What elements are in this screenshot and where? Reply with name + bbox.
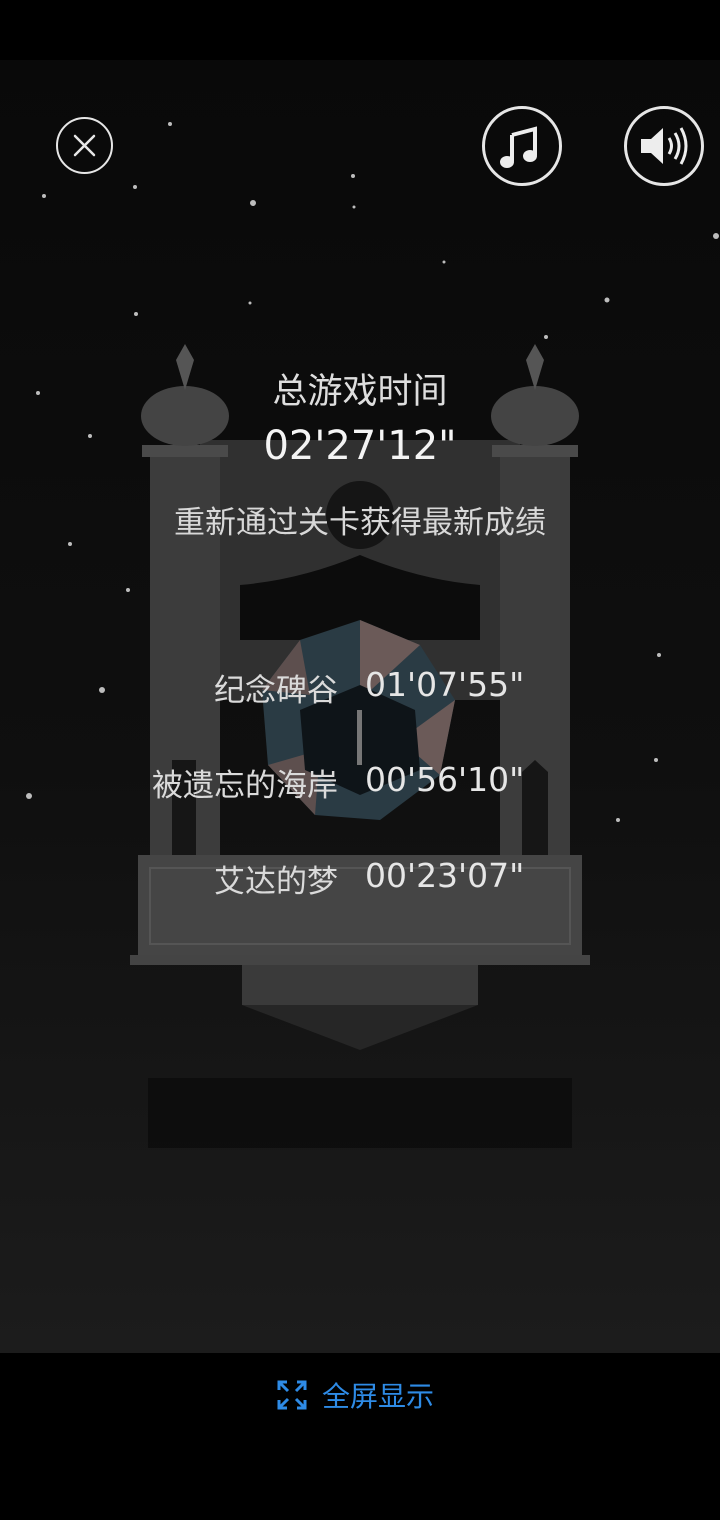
close-button[interactable] <box>56 117 113 174</box>
level-name: 被遗忘的海岸 <box>152 768 338 804</box>
expand-icon <box>277 1380 307 1410</box>
total-time-label: 总游戏时间 <box>272 372 448 412</box>
bottom-bar: 全屏显示 <box>0 1353 720 1520</box>
level-time: 00'56'10" <box>365 760 525 799</box>
replay-hint: 重新通过关卡获得最新成绩 <box>174 505 546 541</box>
level-name: 纪念碑谷 <box>214 673 338 709</box>
fullscreen-button[interactable]: 全屏显示 <box>276 1375 434 1415</box>
level-time: 00'23'07" <box>365 856 525 895</box>
level-time: 01'07'55" <box>365 665 525 704</box>
fullscreen-label: 全屏显示 <box>322 1380 435 1413</box>
temple-background <box>26 122 719 1148</box>
game-viewport[interactable]: 总游戏时间 02'27'12" 重新通过关卡获得最新成绩 纪念碑谷 01'07'… <box>0 60 720 1353</box>
sound-toggle-button[interactable] <box>624 106 704 186</box>
total-time-value: 02'27'12" <box>263 423 457 469</box>
music-note-icon <box>500 126 537 168</box>
close-icon <box>73 134 96 157</box>
level-name: 艾达的梦 <box>214 864 338 900</box>
speaker-icon <box>641 127 688 165</box>
music-toggle-button[interactable] <box>482 106 562 186</box>
